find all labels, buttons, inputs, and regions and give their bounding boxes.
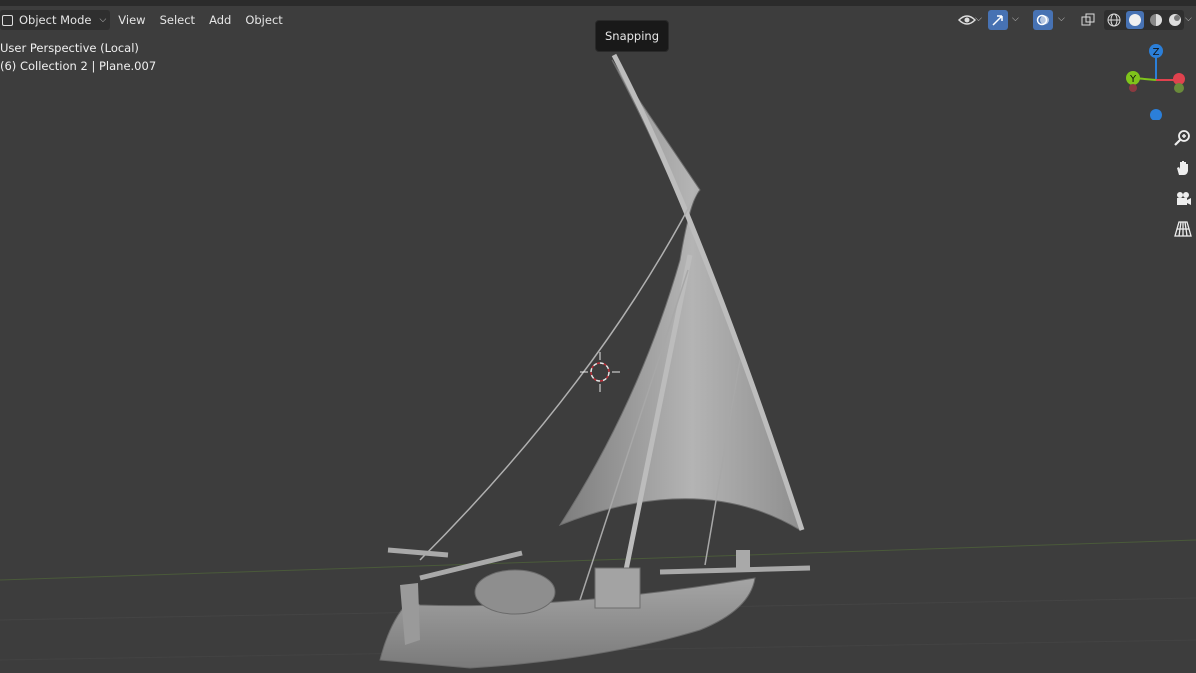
rendered-shading-icon[interactable] [1168, 13, 1182, 27]
object-mode-dropdown[interactable]: Object Mode ⌵ [0, 10, 111, 30]
gizmo-y-label: Y [1129, 74, 1137, 85]
object-mode-icon [2, 14, 13, 26]
pan-hand-icon [1177, 161, 1188, 175]
visibility-icon [958, 15, 976, 25]
3d-viewport[interactable]: Object Mode ⌵ View Select Add Object Use… [0, 0, 1196, 673]
xray-icon [1081, 13, 1095, 26]
visibility-dropdown[interactable]: ⌵ [952, 10, 982, 30]
overlay-icon [1036, 14, 1049, 26]
perspective-toggle-button[interactable] [1170, 216, 1196, 242]
viewport-header: Object Mode ⌵ View Select Add Object [0, 8, 289, 32]
camera-view-button[interactable] [1170, 186, 1196, 212]
object-mode-label: Object Mode [19, 13, 92, 27]
scene-canvas [0, 53, 1196, 669]
bow-block [736, 550, 750, 568]
oar [659, 565, 811, 575]
menu-object[interactable]: Object [239, 11, 288, 29]
solid-shading-icon [1128, 14, 1141, 26]
wireframe-shading-icon[interactable] [1107, 13, 1121, 27]
deck-box [594, 567, 641, 609]
3d-cursor-icon[interactable] [580, 352, 620, 392]
xray-toggle-button[interactable] [1078, 10, 1098, 30]
menu-select[interactable]: Select [154, 11, 201, 29]
camera-icon [1177, 192, 1191, 205]
snapping-tooltip: Snapping [595, 20, 669, 52]
overlay-toggle-button[interactable] [1033, 10, 1053, 30]
barrel [474, 569, 556, 615]
zoom-icon [1174, 130, 1190, 146]
collection-info-label: (6) Collection 2 | Plane.007 [0, 59, 157, 73]
chevron-down-icon: ⌵ [99, 15, 107, 25]
gizmo-toggle-icon [992, 15, 1003, 26]
solid-shading-button[interactable] [1125, 11, 1144, 29]
chevron-down-icon[interactable]: ⌵ [1185, 14, 1192, 24]
grid-icon [1174, 221, 1192, 237]
chevron-down-icon[interactable]: ⌵ [1012, 14, 1019, 24]
hull [379, 577, 756, 669]
view-name-label: User Perspective (Local) [0, 41, 139, 55]
zoom-button[interactable] [1170, 125, 1196, 151]
gizmo-toggle-button[interactable] [988, 10, 1008, 30]
material-shading-icon[interactable] [1149, 13, 1163, 27]
chevron-down-icon: ⌵ [975, 14, 982, 24]
tiller [387, 547, 449, 558]
shading-mode-group [1104, 10, 1184, 30]
gizmo-z-label: Z [1153, 47, 1160, 58]
menu-view[interactable]: View [112, 11, 151, 29]
pan-button[interactable] [1170, 155, 1196, 181]
menu-add[interactable]: Add [203, 11, 237, 29]
chevron-down-icon[interactable]: ⌵ [1058, 14, 1065, 24]
navigation-gizmo[interactable]: Z Y [1122, 40, 1192, 120]
